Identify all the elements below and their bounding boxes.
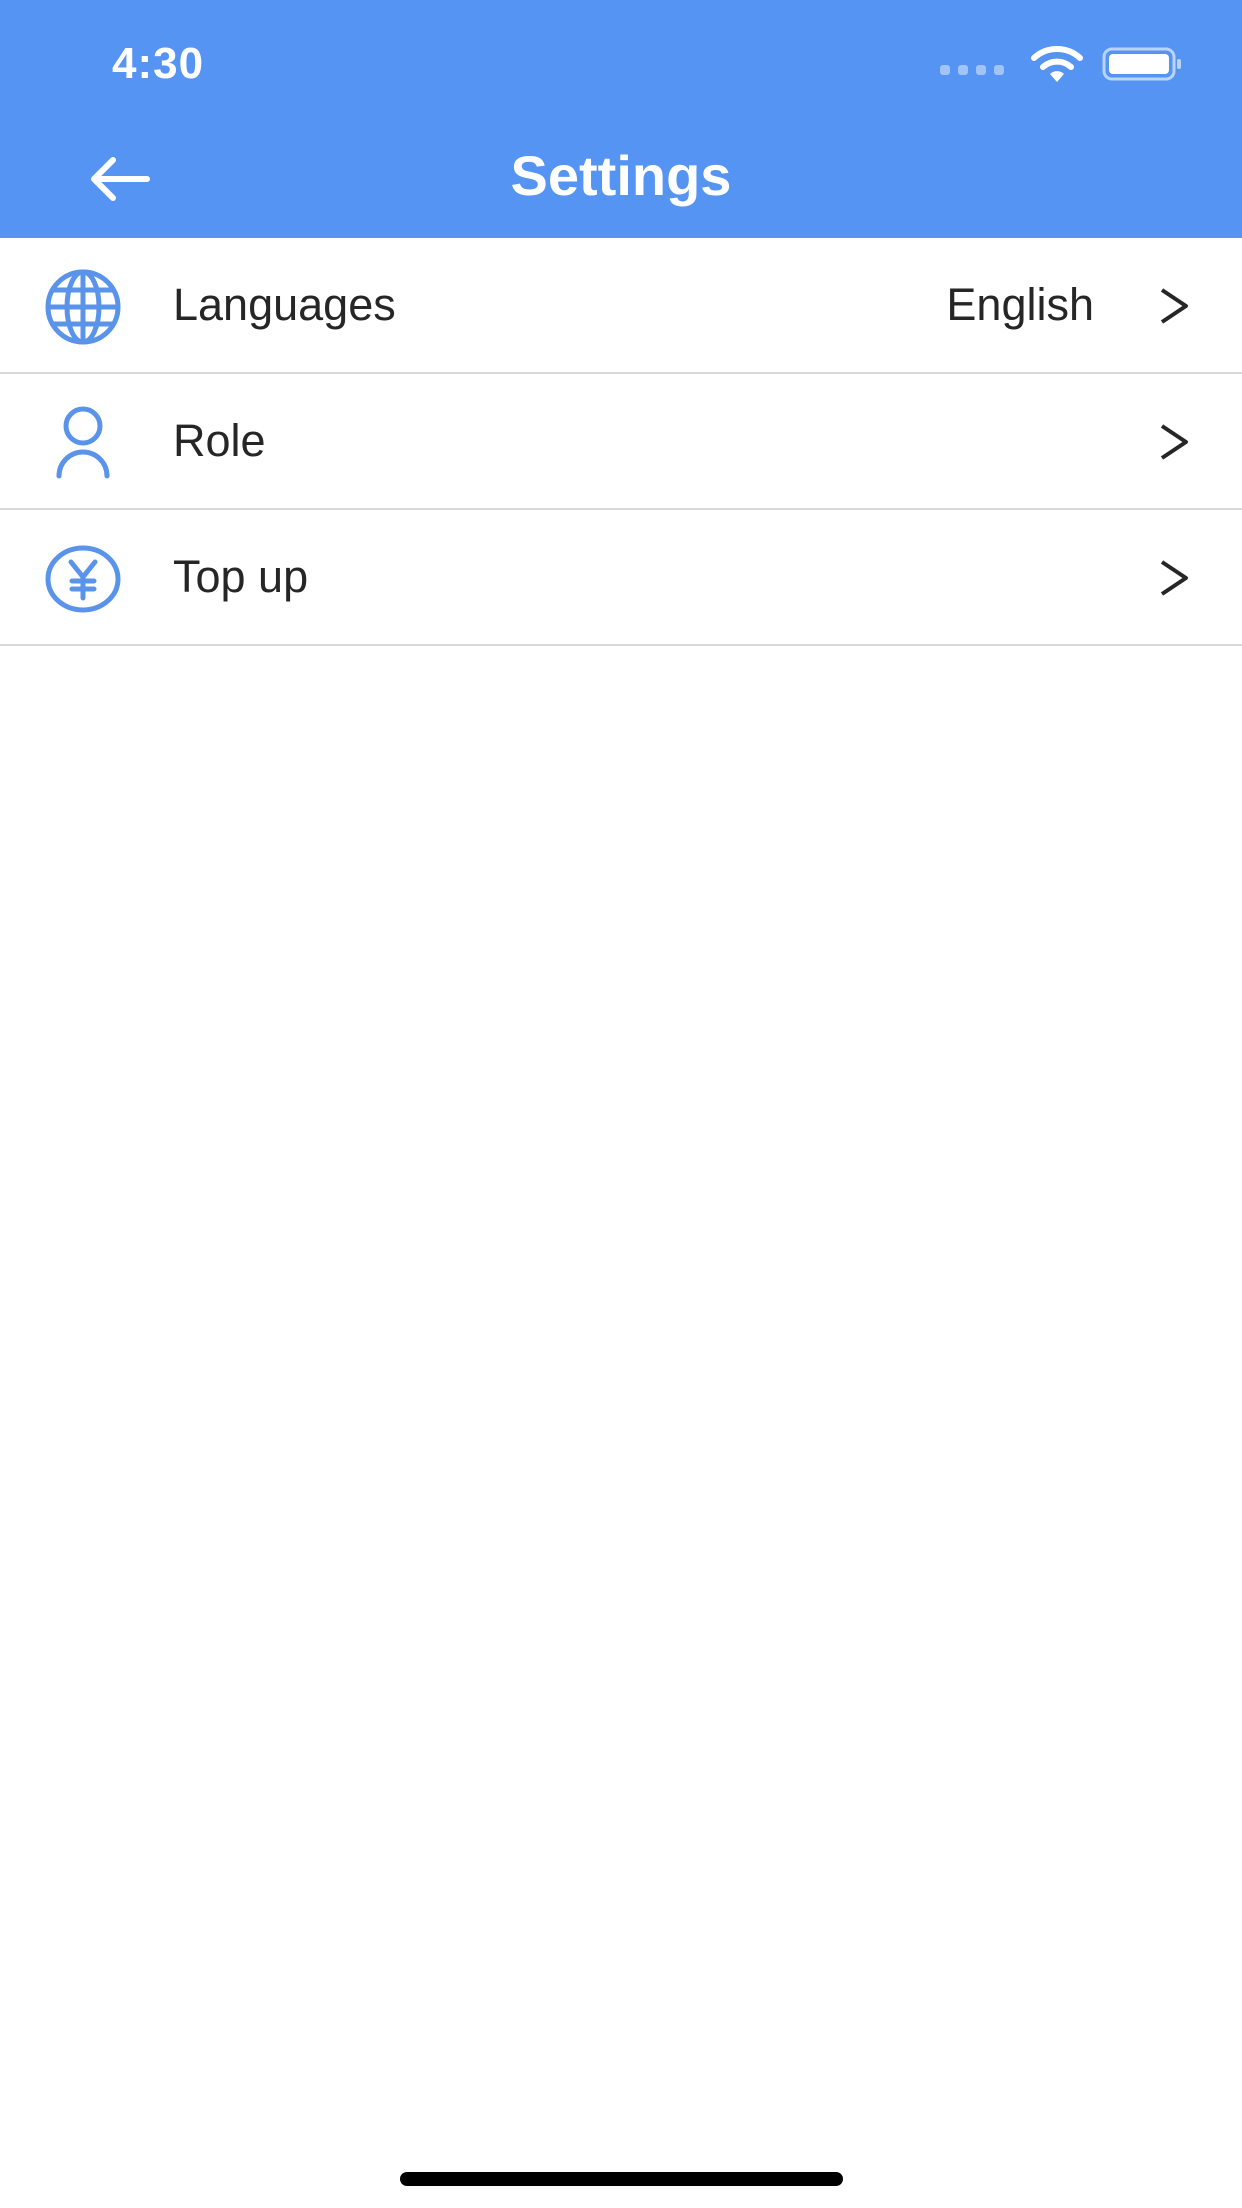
user-icon xyxy=(56,406,110,479)
settings-list: Languages English Role Top up xyxy=(0,238,1242,646)
globe-icon xyxy=(45,269,121,345)
settings-item-top-up[interactable]: Top up xyxy=(0,510,1242,646)
home-indicator[interactable] xyxy=(400,2172,843,2186)
settings-item-role[interactable]: Role xyxy=(0,374,1242,510)
wifi-icon xyxy=(1031,46,1083,82)
battery-icon xyxy=(1102,47,1181,81)
settings-item-languages[interactable]: Languages English xyxy=(0,238,1242,374)
chevron-right-icon xyxy=(1160,288,1188,324)
page-title: Settings xyxy=(510,144,732,207)
chevron-right-icon xyxy=(1160,424,1188,460)
settings-item-label: Top up xyxy=(173,551,309,602)
status-indicators xyxy=(940,44,1184,84)
settings-item-label: Role xyxy=(173,415,266,466)
language-value: English xyxy=(946,279,1094,330)
status-time: 4:30 xyxy=(112,39,205,88)
settings-item-label: Languages xyxy=(173,279,396,330)
app-header: 4:30 Settings xyxy=(0,0,1242,238)
cellular-signal-icon xyxy=(940,65,1004,75)
yen-coin-icon xyxy=(45,545,121,613)
chevron-right-icon xyxy=(1160,560,1188,596)
